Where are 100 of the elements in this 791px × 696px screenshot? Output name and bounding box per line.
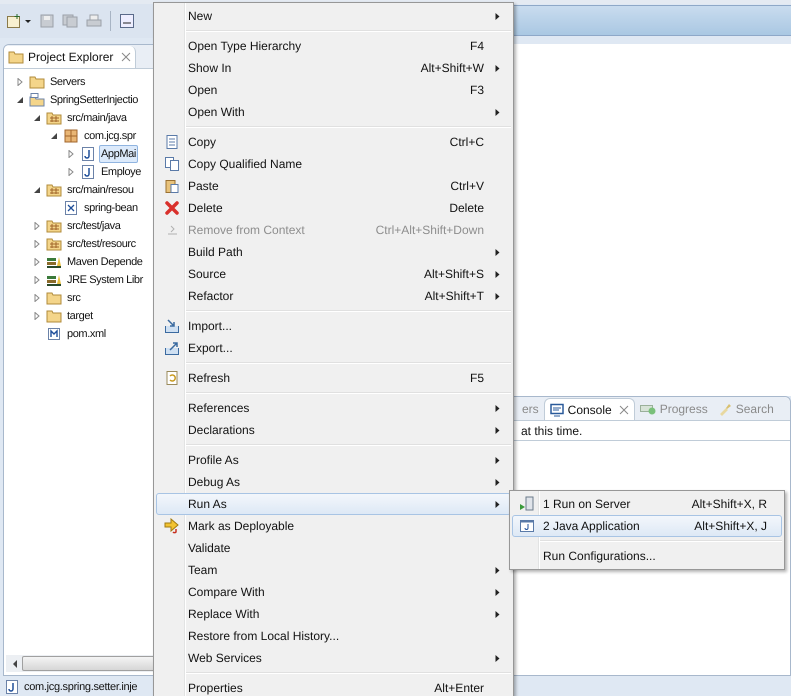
expand-toggle-icon[interactable] xyxy=(67,168,75,176)
tree-item[interactable]: src/main/resou xyxy=(65,181,136,199)
menu-item[interactable]: Import... xyxy=(156,315,511,337)
tree-item[interactable]: src/test/resourc xyxy=(65,235,138,253)
menu-item[interactable]: Open F3 xyxy=(156,79,511,101)
folder-icon xyxy=(46,291,62,305)
menu-item[interactable]: Show In Alt+Shift+W xyxy=(156,57,511,79)
menu-item[interactable]: Open Type Hierarchy F4 xyxy=(156,35,511,57)
menu-item[interactable]: 1 Run on Server Alt+Shift+X, R xyxy=(512,493,782,515)
refresh-icon xyxy=(164,370,180,386)
submenu-arrow-icon xyxy=(494,292,500,300)
menu-item[interactable]: References xyxy=(156,397,511,419)
submenu-arrow-icon xyxy=(494,64,500,72)
tree-item[interactable]: AppMai xyxy=(99,145,138,163)
tree-item[interactable]: com.jcg.spr xyxy=(82,127,138,145)
submenu-arrow-icon xyxy=(494,478,500,486)
view-tab[interactable]: Console xyxy=(544,398,635,420)
expand-toggle-icon[interactable] xyxy=(33,276,41,284)
collapse-toggle-icon[interactable] xyxy=(33,114,41,122)
menu-item[interactable]: Copy Qualified Name xyxy=(156,153,511,175)
menu-item[interactable]: Validate xyxy=(156,537,511,559)
library-icon xyxy=(46,255,62,269)
menu-item[interactable]: Open With xyxy=(156,101,511,123)
tree-item[interactable]: pom.xml xyxy=(65,325,108,343)
save-all-icon[interactable] xyxy=(62,14,78,28)
menu-item[interactable]: Run Configurations... xyxy=(512,545,782,567)
expand-toggle-icon[interactable] xyxy=(33,294,41,302)
tree-item[interactable]: Servers xyxy=(48,73,88,91)
tree-item[interactable]: src/test/java xyxy=(65,217,122,235)
menu-item[interactable]: Properties Alt+Enter xyxy=(156,677,511,696)
menu-item[interactable]: Mark as Deployable xyxy=(156,515,511,537)
menu-item[interactable]: Source Alt+Shift+S xyxy=(156,263,511,285)
java-app-icon xyxy=(519,518,535,534)
menu-item[interactable]: Team xyxy=(156,559,511,581)
save-icon[interactable] xyxy=(40,14,54,28)
menu-item[interactable]: Paste Ctrl+V xyxy=(156,175,511,197)
collapse-toggle-icon[interactable] xyxy=(33,186,41,194)
progress-icon xyxy=(640,403,656,415)
submenu-arrow-icon xyxy=(494,12,500,20)
folder-icon xyxy=(8,50,24,64)
submenu-arrow-icon xyxy=(494,456,500,464)
tree-item[interactable]: src/main/java xyxy=(65,109,129,127)
menu-item[interactable]: New xyxy=(156,5,511,27)
menu-item[interactable]: Debug As xyxy=(156,471,511,493)
submenu-arrow-icon xyxy=(494,566,500,574)
expand-toggle-icon[interactable] xyxy=(16,78,24,86)
collapse-toggle-icon[interactable] xyxy=(16,96,24,104)
java-file-icon xyxy=(80,165,96,179)
tree-item[interactable]: SpringSetterInjectio xyxy=(48,91,140,109)
console-message: at this time. xyxy=(521,422,582,440)
xml-file-icon xyxy=(63,201,79,215)
menu-item[interactable]: Profile As xyxy=(156,449,511,471)
close-icon[interactable] xyxy=(121,52,132,62)
submenu-arrow-icon xyxy=(494,654,500,662)
export-icon xyxy=(164,340,180,356)
print-icon[interactable] xyxy=(86,14,102,28)
submenu-arrow-icon xyxy=(494,610,500,618)
submenu-arrow-icon xyxy=(494,500,500,508)
menu-item[interactable]: Copy Ctrl+C xyxy=(156,131,511,153)
menu-item[interactable]: Web Services xyxy=(156,647,511,669)
menu-item[interactable]: Declarations xyxy=(156,419,511,441)
menu-item[interactable]: Replace With xyxy=(156,603,511,625)
tree-item[interactable]: target xyxy=(65,307,95,325)
source-folder-icon xyxy=(46,219,62,233)
menu-item[interactable]: Compare With xyxy=(156,581,511,603)
menu-item[interactable]: Delete Delete xyxy=(156,197,511,219)
submenu-arrow-icon xyxy=(494,270,500,278)
menu-item[interactable]: Run As xyxy=(156,493,511,515)
collapse-toggle-icon[interactable] xyxy=(50,132,58,140)
source-folder-icon xyxy=(46,237,62,251)
package-icon xyxy=(63,129,79,143)
close-icon[interactable] xyxy=(618,404,629,414)
submenu-arrow-icon xyxy=(494,404,500,412)
menu-item[interactable]: Refresh F5 xyxy=(156,367,511,389)
expand-toggle-icon[interactable] xyxy=(33,312,41,320)
tree-item[interactable]: Maven Depende xyxy=(65,253,145,271)
expand-toggle-icon[interactable] xyxy=(33,258,41,266)
expand-toggle-icon[interactable] xyxy=(33,240,41,248)
new-wizard-icon[interactable] xyxy=(6,13,32,29)
submenu-arrow-icon xyxy=(494,588,500,596)
menu-item[interactable]: Refactor Alt+Shift+T xyxy=(156,285,511,307)
tree-item[interactable]: src xyxy=(65,289,82,307)
tree-item[interactable]: JRE System Libr xyxy=(65,271,145,289)
expand-toggle-icon[interactable] xyxy=(67,150,75,158)
monitor-icon xyxy=(550,402,564,416)
status-text: com.jcg.spring.setter.inje xyxy=(24,680,138,695)
flashlight-icon xyxy=(718,402,732,416)
menu-item[interactable]: Build Path xyxy=(156,241,511,263)
menu-item[interactable]: 2 Java Application Alt+Shift+X, J xyxy=(512,515,782,537)
copy-icon xyxy=(164,156,180,172)
expand-toggle-icon[interactable] xyxy=(33,222,41,230)
menu-item[interactable]: Restore from Local History... xyxy=(156,625,511,647)
tree-item[interactable]: Employe xyxy=(99,163,143,181)
tree-item[interactable]: spring-bean xyxy=(82,199,140,217)
folder-icon xyxy=(29,75,45,89)
menu-item[interactable]: Export... xyxy=(156,337,511,359)
panel-title: Project Explorer xyxy=(28,49,114,66)
maven-file-icon xyxy=(46,327,62,341)
project-explorer-tab[interactable]: Project Explorer xyxy=(4,46,136,68)
submenu-arrow-icon xyxy=(494,108,500,116)
